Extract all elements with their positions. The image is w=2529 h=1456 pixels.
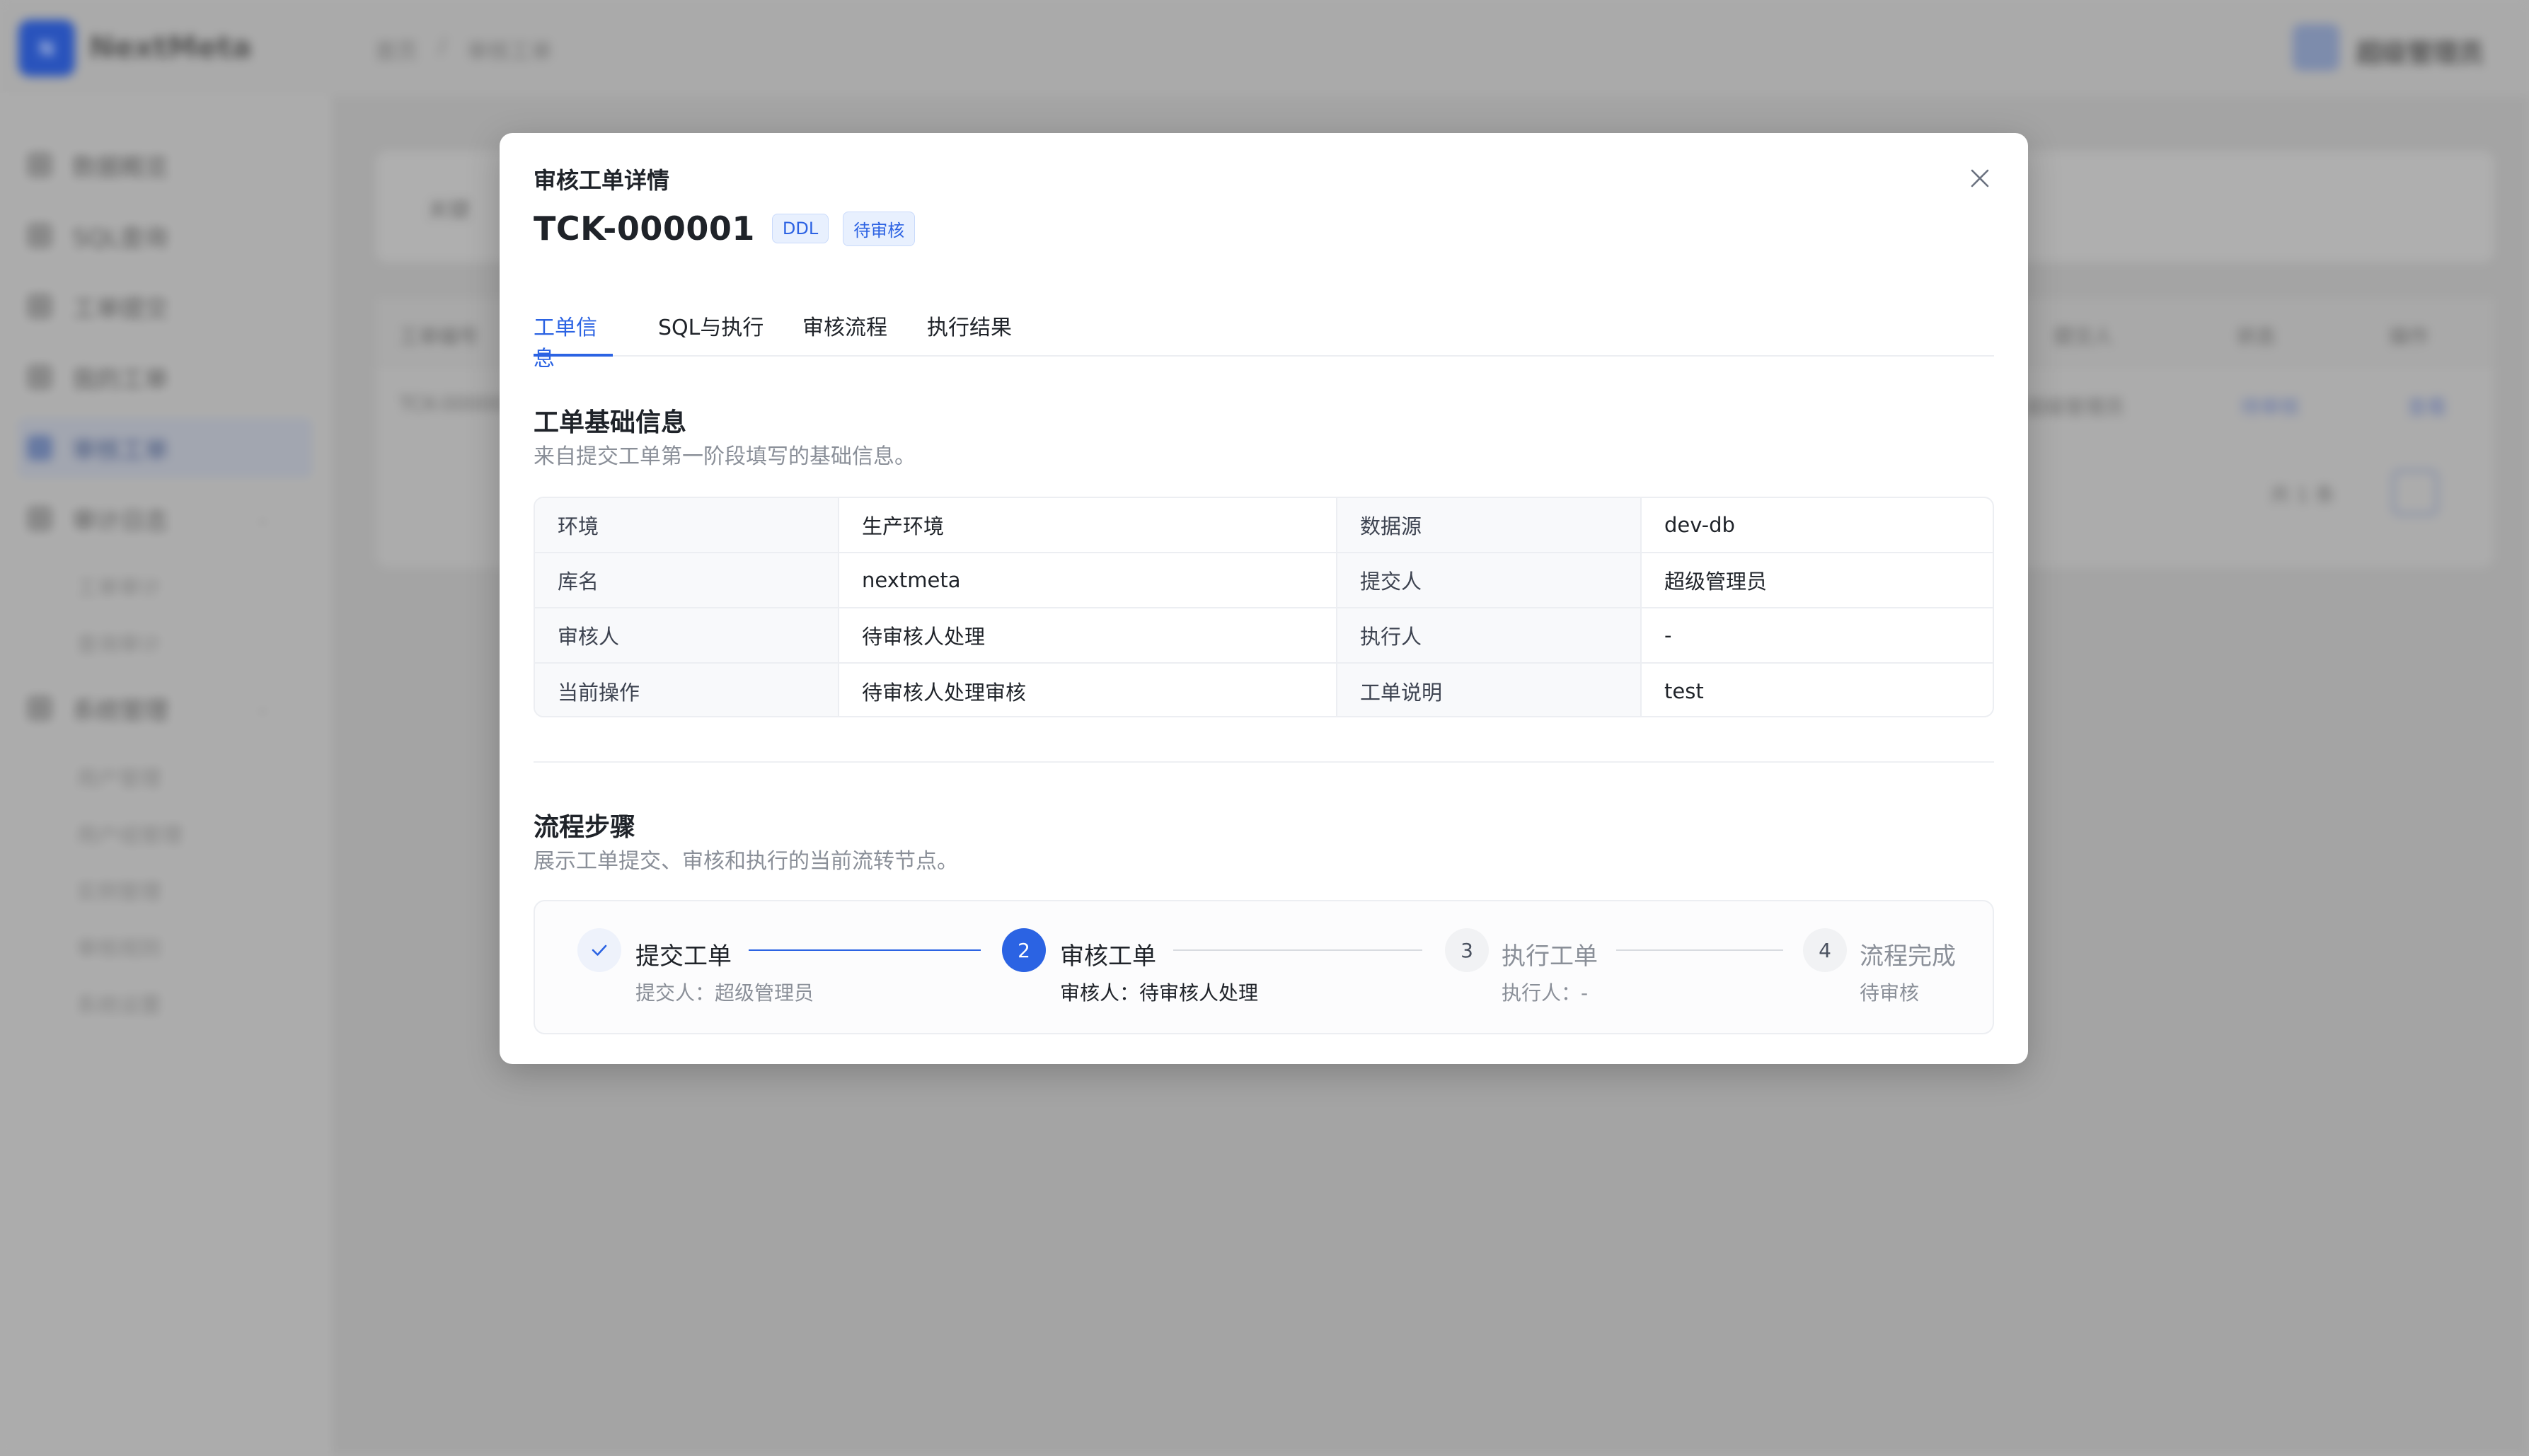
flow-steps-description: 展示工单提交、审核和执行的当前流转节点。	[534, 849, 958, 874]
basic-info-title: 工单基础信息	[534, 408, 687, 437]
step-2-indicator: 2	[1002, 928, 1046, 972]
step-connector	[1173, 949, 1422, 951]
info-label: 工单说明	[1337, 664, 1642, 716]
info-row: 当前操作 待审核人处理审核 工单说明 test	[535, 664, 1993, 716]
status-badge: 待审核	[843, 211, 916, 246]
info-label: 环境	[535, 498, 839, 552]
step-2-title: 审核工单	[1060, 942, 1156, 971]
ticket-detail-modal: 审核工单详情 TCK-000001 DDL 待审核 工单信息 SQL与执行 审核…	[500, 133, 2028, 1064]
tab-sql-execution[interactable]: SQL与执行	[658, 310, 764, 357]
step-3-indicator: 3	[1445, 928, 1489, 972]
info-value: 超级管理员	[1664, 570, 1768, 594]
tab-ticket-info[interactable]: 工单信息	[534, 310, 613, 371]
step-1-subtitle: 提交人：超级管理员	[635, 981, 814, 1005]
info-value: dev-db	[1664, 513, 1735, 537]
info-label: 库名	[535, 553, 839, 607]
step-connector	[1616, 949, 1783, 951]
step-3-title: 执行工单	[1502, 942, 1598, 971]
step-4-title: 流程完成	[1860, 942, 1956, 971]
info-value: 待审核人处理审核	[839, 664, 1337, 716]
step-connector	[749, 949, 981, 951]
info-value: -	[1664, 623, 1672, 647]
tab-bar: 工单信息 SQL与执行 审核流程 执行结果	[534, 310, 1994, 371]
step-1-indicator	[577, 928, 621, 972]
info-value: 生产环境	[839, 498, 1337, 552]
section-divider	[534, 761, 1994, 763]
info-row: 审核人 待审核人处理 执行人 -	[535, 608, 1993, 664]
step-2-subtitle: 审核人：待审核人处理	[1060, 981, 1259, 1005]
info-label: 提交人	[1337, 553, 1642, 607]
ticket-number: TCK-000001	[534, 209, 755, 248]
info-row: 库名 nextmeta 提交人 超级管理员	[535, 553, 1993, 608]
basic-info-description: 来自提交工单第一阶段填写的基础信息。	[534, 444, 916, 469]
info-label: 执行人	[1337, 608, 1642, 662]
info-label: 当前操作	[535, 664, 839, 716]
step-4-subtitle: 待审核	[1860, 981, 1920, 1005]
ticket-header: TCK-000001 DDL 待审核	[534, 209, 929, 248]
tab-execution-result[interactable]: 执行结果	[927, 310, 1012, 357]
step-4-indicator: 4	[1803, 928, 1847, 972]
flow-steps-title: 流程步骤	[534, 813, 636, 842]
type-tag: DDL	[771, 214, 829, 243]
info-value: test	[1664, 679, 1704, 703]
step-1-title: 提交工单	[635, 942, 732, 971]
info-value: nextmeta	[839, 553, 1337, 607]
tab-review-flow[interactable]: 审核流程	[802, 310, 887, 357]
info-label: 审核人	[535, 608, 839, 662]
close-icon	[1971, 169, 1989, 187]
check-icon	[592, 944, 607, 956]
close-button[interactable]	[1960, 158, 2000, 198]
flow-steps: 提交工单 提交人：超级管理员 2 审核工单 审核人：待审核人处理 3 执行工单 …	[534, 900, 1994, 1034]
info-row: 环境 生产环境 数据源 dev-db	[535, 498, 1993, 553]
info-value: 待审核人处理	[839, 608, 1337, 662]
info-label: 数据源	[1337, 498, 1642, 552]
basic-info-table: 环境 生产环境 数据源 dev-db 库名 nextmeta 提交人 超级管理员…	[534, 497, 1994, 717]
modal-title: 审核工单详情	[534, 167, 670, 194]
step-3-subtitle: 执行人：-	[1502, 981, 1589, 1005]
